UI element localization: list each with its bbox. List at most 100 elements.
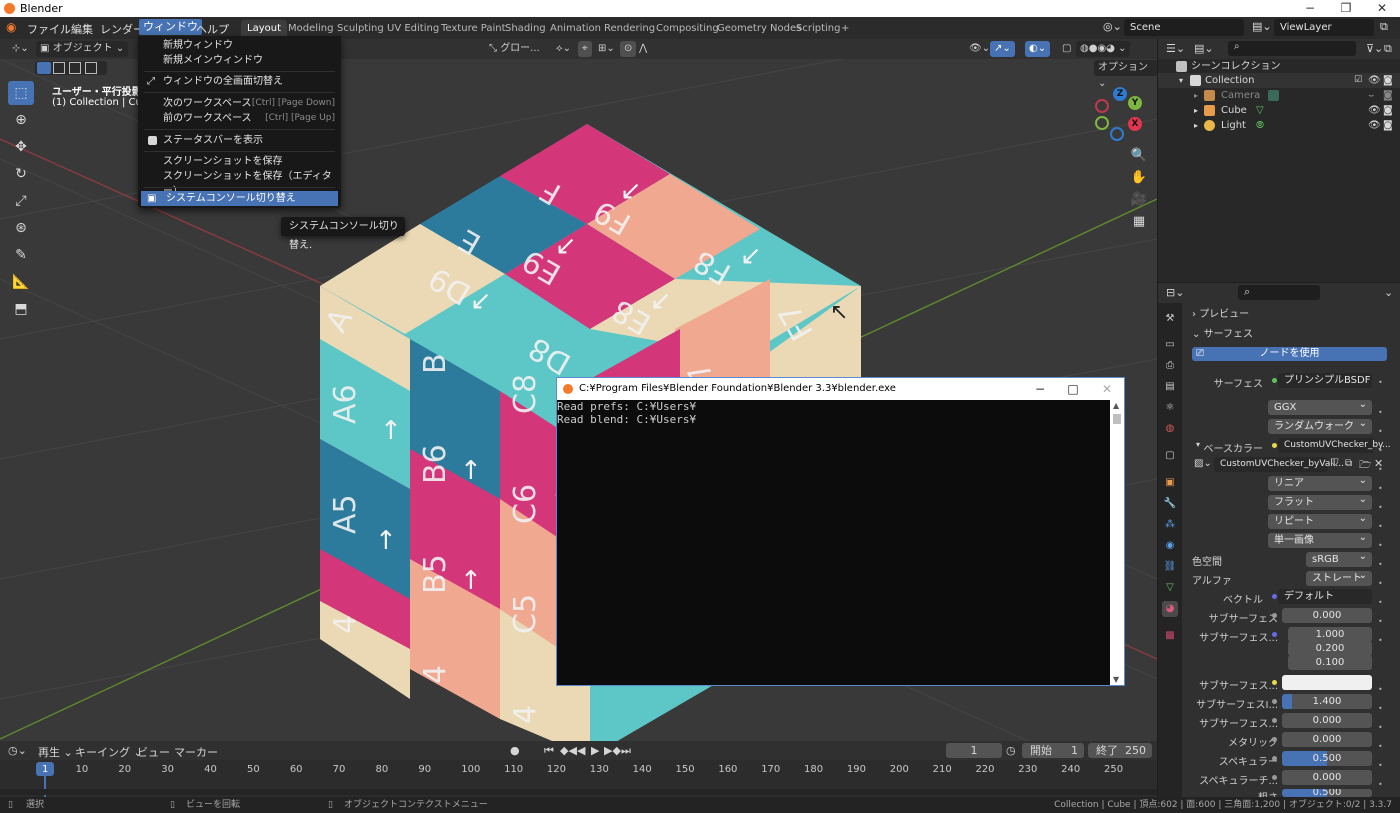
console-maximize-icon[interactable]: □ xyxy=(1056,378,1090,400)
view-menu[interactable]: ビュー xyxy=(137,744,170,760)
menu-show-statusbar[interactable]: ステータスバーを表示 xyxy=(138,133,341,148)
console-minimize-icon[interactable]: − xyxy=(1023,378,1057,400)
view-layer-tab-icon[interactable]: ▤ xyxy=(1162,379,1178,395)
eye-icon[interactable]: 👁 xyxy=(1368,73,1381,88)
menu-file[interactable]: ファイル xyxy=(27,21,71,37)
interpolation-select[interactable]: リニア xyxy=(1268,473,1372,491)
snap-icon[interactable]: ⌖ xyxy=(578,41,592,57)
xray-icon[interactable]: ▢ xyxy=(1058,41,1075,57)
expand-icon[interactable]: ▸ xyxy=(1194,88,1198,103)
view-layer-icon[interactable]: ▤⌄ xyxy=(1252,20,1272,33)
checkbox-icon[interactable]: ☑ xyxy=(1354,73,1362,88)
outliner-item-camera[interactable]: ▸ Camera ⌣ ◙ xyxy=(1158,88,1400,103)
scene-selector-icon[interactable]: ◎⌄ xyxy=(1103,20,1122,33)
menu-render[interactable]: レンダー xyxy=(100,21,144,37)
outliner-editor-icon[interactable]: ☰⌄ xyxy=(1166,42,1185,55)
console-title-bar[interactable]: C:¥Program Files¥Blender Foundation¥Blen… xyxy=(557,378,1124,400)
radius-y-field[interactable]: 0.200 xyxy=(1288,641,1372,656)
properties-search-input[interactable]: ⌕ xyxy=(1238,285,1320,300)
surface-panel-header[interactable]: ⌄ サーフェス xyxy=(1192,325,1253,340)
subsurface-color-swatch[interactable] xyxy=(1282,675,1372,690)
timeline-scrollbar[interactable] xyxy=(0,789,1157,795)
menu-next-workspace[interactable]: 次のワークスペース [Ctrl] [Page Down] xyxy=(138,96,341,111)
particles-tab-icon[interactable]: ⁂ xyxy=(1162,517,1178,533)
outliner-scene-collection[interactable]: シーンコレクション xyxy=(1158,59,1400,74)
menu-edit[interactable]: 編集 xyxy=(71,21,93,37)
outliner-collection[interactable]: ▾ Collection ☑ 👁 ◙ xyxy=(1158,73,1400,88)
clock-icon[interactable]: ◷ xyxy=(1006,744,1016,757)
new-view-layer-icon[interactable]: ⧉ xyxy=(1380,20,1388,34)
menu-prev-workspace[interactable]: 前のワークスペース [Ctrl] [Page Up] xyxy=(138,111,341,126)
roughness-field[interactable]: 0.500 xyxy=(1282,789,1372,797)
color-space-select[interactable]: sRGB xyxy=(1306,549,1372,567)
outliner-item-light[interactable]: ▸ Light ⦾ 👁 ◙ xyxy=(1158,118,1400,133)
current-frame-field[interactable]: 1 xyxy=(946,743,1002,758)
tool-tab-icon[interactable]: ⚒ xyxy=(1162,311,1178,327)
scale-tool-icon[interactable]: ⤢ xyxy=(8,189,34,213)
zoom-icon[interactable]: 🔍 xyxy=(1128,145,1150,167)
world-tab-icon[interactable]: ◍ xyxy=(1162,421,1178,437)
measure-tool-icon[interactable]: 📐 xyxy=(8,270,34,294)
gizmo-toggle-icon[interactable]: ↗⌄ xyxy=(990,41,1015,57)
overlay-toggle-icon[interactable]: ◐⌄ xyxy=(1025,41,1051,57)
projection-select[interactable]: フラット xyxy=(1268,492,1372,510)
rotate-tool-icon[interactable]: ↻ xyxy=(8,162,34,186)
material-tab-icon[interactable]: ◕ xyxy=(1162,601,1178,617)
modifier-tab-icon[interactable]: 🔧 xyxy=(1162,496,1178,512)
pivot-icon[interactable]: ⟡⌄ xyxy=(552,41,575,57)
transform-tool-icon[interactable]: ⊛ xyxy=(8,216,34,240)
add-cube-tool-icon[interactable]: ⬒ xyxy=(8,297,34,321)
tab-layout[interactable]: Layout xyxy=(241,20,287,37)
blender-menu-icon[interactable]: ◉ xyxy=(6,20,16,34)
gizmo-x-icon[interactable]: X xyxy=(1128,117,1142,131)
camera-render-icon[interactable]: ◙ xyxy=(1383,88,1393,103)
radius-x-field[interactable]: 1.000 xyxy=(1288,627,1372,642)
select-extend-icon[interactable] xyxy=(53,62,65,74)
duplicate-icon[interactable]: ⧉ xyxy=(1345,458,1352,469)
expand-icon[interactable]: ▸ xyxy=(1194,103,1198,118)
proportional-edit-icon[interactable]: ⊙ xyxy=(620,41,637,57)
camera-render-icon[interactable]: ◙ xyxy=(1383,103,1393,118)
move-tool-icon[interactable]: ✥ xyxy=(8,135,34,159)
annotate-tool-icon[interactable]: ✎ xyxy=(8,243,34,267)
preview-panel-header[interactable]: › プレビュー xyxy=(1192,305,1249,320)
data-tab-icon[interactable]: ▽ xyxy=(1162,580,1178,596)
texture-tab-icon[interactable]: ▩ xyxy=(1162,628,1178,644)
use-nodes-button[interactable]: ⎚ ノードを使用 xyxy=(1192,347,1387,361)
subsurface-field[interactable]: 0.000 xyxy=(1282,608,1372,623)
new-collection-icon[interactable]: ⧉ xyxy=(1384,42,1392,56)
camera-render-icon[interactable]: ◙ xyxy=(1383,118,1393,133)
menu-new-window[interactable]: 新規ウィンドウ xyxy=(138,38,341,53)
scroll-down-icon[interactable]: ▼ xyxy=(1113,675,1119,684)
hidden-icon[interactable]: ⌣ xyxy=(1368,88,1375,103)
gizmo-neg-y-icon[interactable] xyxy=(1095,116,1109,130)
gizmo-z-icon[interactable]: Z xyxy=(1113,87,1127,101)
menu-help[interactable]: ヘルプ xyxy=(196,21,229,37)
specular-tint-field[interactable]: 0.000 xyxy=(1282,770,1372,785)
select-subtract-icon[interactable] xyxy=(69,62,81,74)
expand-icon[interactable]: ▸ xyxy=(1194,118,1198,133)
scroll-up-icon[interactable]: ▲ xyxy=(1113,401,1119,410)
scroll-thumb[interactable] xyxy=(1113,414,1121,424)
menu-save-screenshot-editor[interactable]: スクリーンショットを保存（エディター） xyxy=(138,169,341,197)
play-reverse-icon[interactable]: ◀ xyxy=(577,744,585,757)
system-console-window[interactable]: C:¥Program Files¥Blender Foundation¥Blen… xyxy=(556,377,1125,686)
base-color-texture-field[interactable]: CustomUVChecker_by... xyxy=(1278,438,1391,453)
start-frame-field[interactable]: 開始 1 xyxy=(1022,743,1084,758)
jump-start-icon[interactable]: ⏮ xyxy=(544,744,554,758)
subsurface-ior-field[interactable]: 1.400 xyxy=(1282,694,1372,709)
menu-toggle-fullscreen[interactable]: ⤢ ウィンドウの全画面切替え xyxy=(138,74,341,89)
properties-editor-icon[interactable]: ⊟⌄ xyxy=(1166,286,1184,299)
close-icon[interactable]: ✕ xyxy=(1362,1,1400,15)
cursor-tool-icon[interactable]: ⊕ xyxy=(8,108,34,132)
menu-toggle-system-console[interactable]: ▣ システムコンソール切り替え xyxy=(141,191,338,206)
timeline-editor-icon[interactable]: ◷⌄ xyxy=(8,744,27,757)
expand-icon[interactable]: ▾ xyxy=(1179,73,1183,88)
subsurface-anisotropy-field[interactable]: 0.000 xyxy=(1282,713,1372,728)
distribution-select[interactable]: GGX xyxy=(1268,397,1372,415)
select-new-icon[interactable] xyxy=(37,62,51,74)
menu-window[interactable]: ウィンドウ xyxy=(139,19,202,35)
marker-menu[interactable]: マーカー xyxy=(174,744,218,760)
maximize-icon[interactable]: ❐ xyxy=(1326,1,1366,15)
source-select[interactable]: 単一画像 xyxy=(1268,530,1372,548)
